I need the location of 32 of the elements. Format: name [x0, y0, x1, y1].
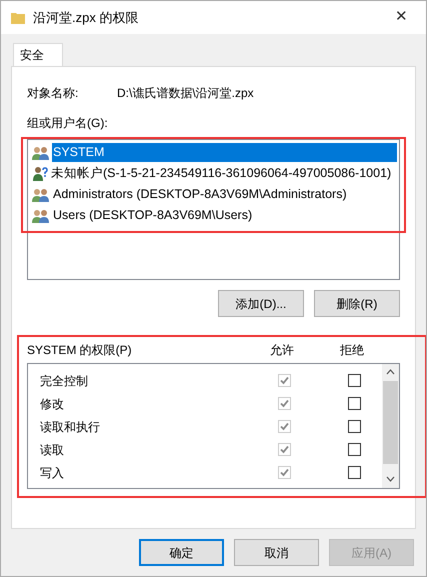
checkbox[interactable] — [348, 374, 360, 387]
checkbox[interactable] — [348, 443, 360, 456]
user-list-item[interactable]: Administrators (DESKTOP-8A3V69M\Administrators) — [32, 184, 397, 205]
dialog-button[interactable]: 取消 — [234, 539, 319, 566]
object-name-label: 对象名称: — [27, 85, 80, 102]
permission-name: 读取 — [40, 442, 65, 458]
permission-name: 读取和执行 — [40, 418, 101, 436]
permission-name: 写入 — [40, 464, 65, 482]
permission-name: 修改 — [40, 396, 65, 412]
checkbox[interactable] — [348, 466, 360, 479]
user-list-item[interactable]: 未知帐户(S-1-5-21-234549116-361096064-497005086-1001) — [32, 163, 397, 184]
users-icon — [32, 144, 50, 160]
checkbox[interactable] — [348, 397, 360, 410]
permissions-label: SYSTEM 的权限(P) — [27, 342, 133, 359]
column-header: 拒绝 — [339, 342, 365, 359]
dialog-button[interactable]: 确定 — [139, 539, 224, 566]
column-header: 允许 — [269, 342, 295, 359]
tab[interactable]: 安全 — [13, 43, 63, 66]
users-icon — [32, 186, 50, 202]
folder-icon — [11, 12, 25, 24]
checkbox[interactable] — [348, 420, 360, 433]
close-button[interactable]: ✕ — [387, 6, 416, 29]
users-icon — [32, 208, 50, 224]
user-list-item[interactable]: Users (DESKTOP-8A3V69M\Users) — [32, 205, 397, 226]
object-name-value: D:\谯氏谱数据\沿河堂.zpx — [117, 85, 254, 102]
groups-label: 组或用户名(G): — [27, 116, 109, 130]
window-title: 沿河堂.zpx 的权限 — [33, 8, 140, 27]
person-icon — [32, 166, 48, 182]
list-action-button[interactable]: 添加(D)... — [218, 290, 304, 317]
permission-name: 完全控制 — [40, 372, 89, 390]
list-action-button[interactable]: 删除(R) — [314, 290, 400, 317]
scrollbar[interactable] — [382, 364, 399, 488]
